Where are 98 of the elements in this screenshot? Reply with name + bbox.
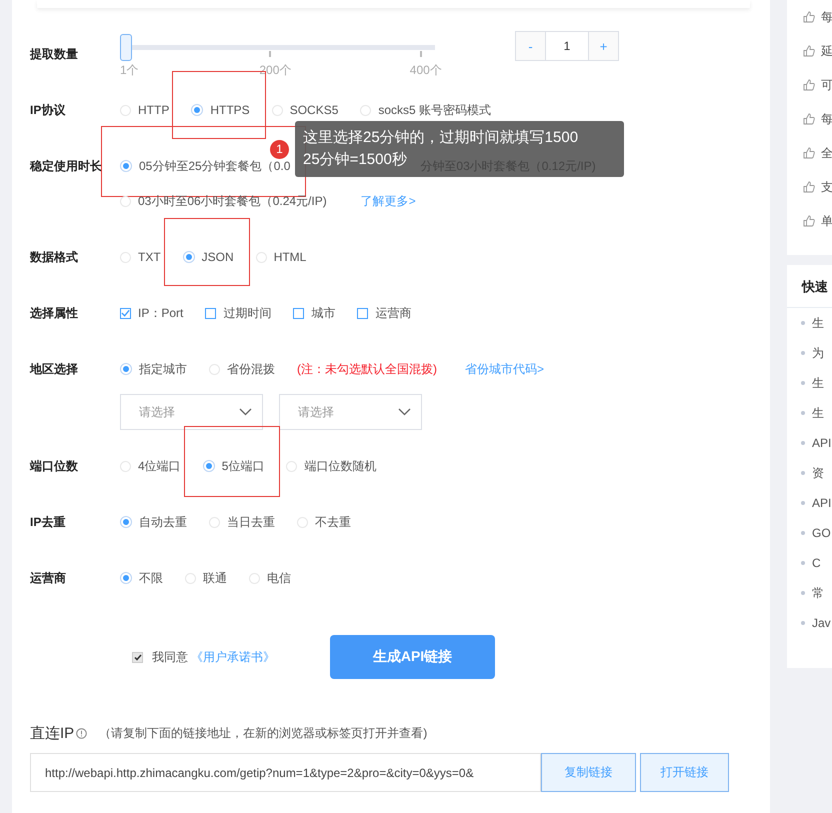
radio-button[interactable] [120,516,132,528]
radio-button[interactable] [120,196,131,206]
thumbs-up-icon [803,147,815,159]
guide-link[interactable]: 生 [812,314,824,332]
bullet-dot [801,591,805,595]
tick-label: 200个 [259,62,292,79]
radio-option[interactable]: 指定城市 [139,360,187,378]
field-label: 稳定使用时长 [30,158,103,175]
radio-option[interactable]: 03小时至06小时套餐包（0.24元/IP) [138,192,327,210]
field-label: 运营商 [30,570,67,587]
checkbox[interactable] [120,308,131,318]
radio-option[interactable]: 5位端口 [222,458,264,474]
field-label: 数据格式 [30,249,79,266]
guide-link[interactable]: GO [812,526,831,540]
bullet-dot [801,501,805,505]
select-placeholder: 请选择 [298,404,334,420]
radio-option[interactable]: 自动去重 [139,514,187,530]
hint-text: （请复制下面的链接地址，在新的浏览器或标签页打开并查看) [99,724,428,742]
tick-mark [269,51,272,57]
guide-link[interactable]: API [812,436,832,450]
tick-label: 1个 [120,62,139,79]
checkbox[interactable] [132,652,143,662]
panel-title: 快速 [787,265,832,308]
tooltip-text: 25分钟=1500秒 [303,150,407,170]
field-label: 地区选择 [30,361,79,378]
bullet-dot [801,531,805,535]
thumbs-up-icon [803,45,815,57]
radio-option[interactable]: HTTPS [210,103,250,117]
step-badge: 1 [270,140,289,158]
thumbs-up-icon [803,181,815,193]
field-label: IP去重 [30,514,66,531]
bullet-dot [801,561,805,565]
guide-link[interactable]: 生 [812,374,824,392]
info-icon [76,728,88,738]
slider-thumb[interactable] [120,34,132,61]
checkbox-option[interactable]: 过期时间 [223,304,272,322]
radio-button[interactable] [202,460,215,472]
bullet-dot [801,621,805,625]
guide-link[interactable]: 常 [812,584,824,602]
radio-option[interactable]: HTTP [138,103,170,117]
thumbs-up-icon [803,79,815,91]
radio-button[interactable] [191,104,204,116]
radio-option[interactable]: 4位端口 [138,458,181,474]
quantity-input[interactable]: 1 [545,32,589,60]
field-label: 端口位数 [30,458,79,475]
radio-button[interactable] [182,251,195,263]
thumbs-up-icon [803,113,815,125]
checkbox-option[interactable]: 运营商 [375,304,412,322]
bullet-dot [801,441,805,445]
bullet-dot [801,351,805,355]
radio-option[interactable]: 联通 [203,570,227,586]
thumbs-up-icon [803,215,815,227]
radio-button[interactable] [120,160,132,172]
field-label: 选择属性 [30,305,79,322]
field-label: IP协议 [30,102,66,119]
radio-option[interactable]: 端口位数随机 [304,458,376,474]
bullet-dot [801,411,805,415]
section-title: 直连IP [30,724,74,742]
field-label: 提取数量 [30,46,79,63]
radio-option[interactable]: HTML [274,250,306,264]
select-placeholder: 请选择 [139,404,175,420]
chevron-down-icon [398,408,411,416]
checkbox[interactable] [293,308,304,318]
bullet-dot [801,321,805,325]
url-field[interactable]: http://webapi.http.zhimacangku.com/getip?num=1&type=2&pro=&city=0&yys=0& [30,753,541,792]
radio-button[interactable] [120,363,132,375]
radio-option[interactable]: SOCKS5 [290,103,338,117]
thumbs-up-icon [803,11,815,23]
tick-label: 400个 [410,62,442,79]
radio-option[interactable]: 05分钟至25分钟套餐包（0.0 [139,158,290,174]
bullet-dot [801,381,805,385]
agree-label: 我同意 [152,648,188,666]
radio-option[interactable]: 不去重 [315,514,351,530]
radio-option[interactable]: 不限 [139,570,163,586]
chevron-down-icon [239,408,252,416]
checkbox-option[interactable]: IP：Port [138,304,184,322]
radio-option[interactable]: JSON [202,250,234,264]
quantity-stepper[interactable]: - 1 + [515,31,619,61]
tick-mark [420,51,422,57]
checkbox[interactable] [357,308,368,318]
bullet-dot [801,471,805,475]
checkbox-option[interactable]: 城市 [311,304,336,322]
radio-option[interactable]: 当日去重 [227,514,275,530]
guide-link[interactable]: API [812,496,832,510]
guide-link[interactable]: 为 [812,344,824,362]
guide-link[interactable]: 生 [812,404,824,422]
checkbox[interactable] [205,308,216,318]
note-text: (注：未勾选默认全国混拨) [297,360,437,378]
radio-option[interactable]: TXT [138,250,161,264]
feature-text: 延 [821,42,832,60]
guide-link[interactable]: Jav [812,616,831,630]
guide-link[interactable]: 资 [812,464,824,482]
tooltip-text: 这里选择25分钟的，过期时间就填写1500 [303,128,578,148]
guide-link[interactable]: C [812,556,821,570]
radio-option[interactable]: socks5 账号密码模式 [378,102,492,118]
radio-button[interactable] [120,572,132,584]
radio-option[interactable]: 省份混拨 [227,360,275,378]
radio-option[interactable]: 电信 [267,570,291,586]
